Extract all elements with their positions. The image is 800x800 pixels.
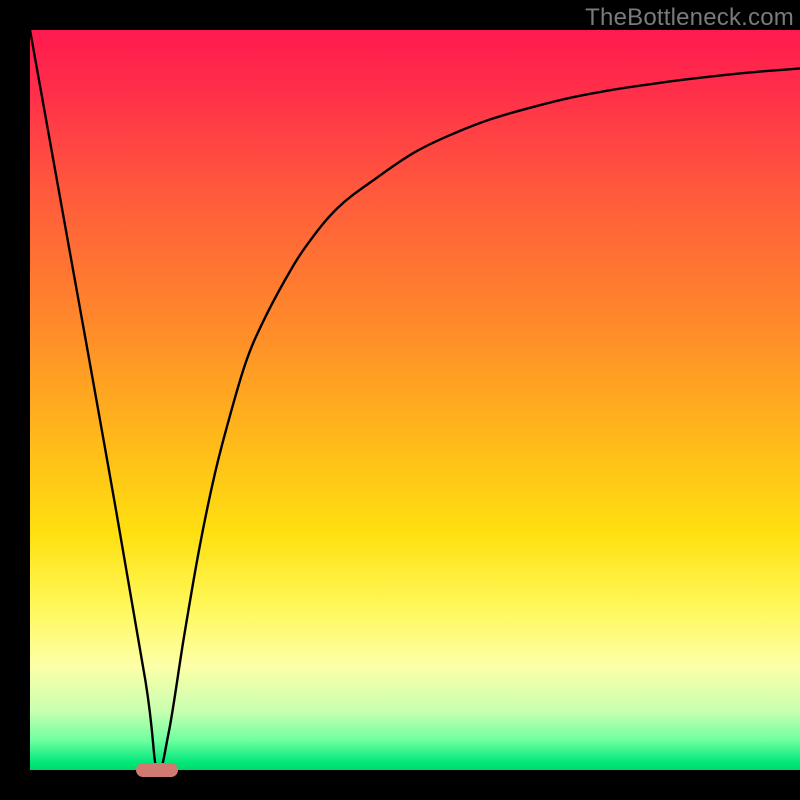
watermark-text: TheBottleneck.com [585, 4, 794, 32]
plot-area [30, 30, 800, 770]
bottleneck-curve [30, 30, 800, 770]
chart-frame: TheBottleneck.com [0, 0, 800, 800]
optimal-marker [136, 763, 178, 777]
